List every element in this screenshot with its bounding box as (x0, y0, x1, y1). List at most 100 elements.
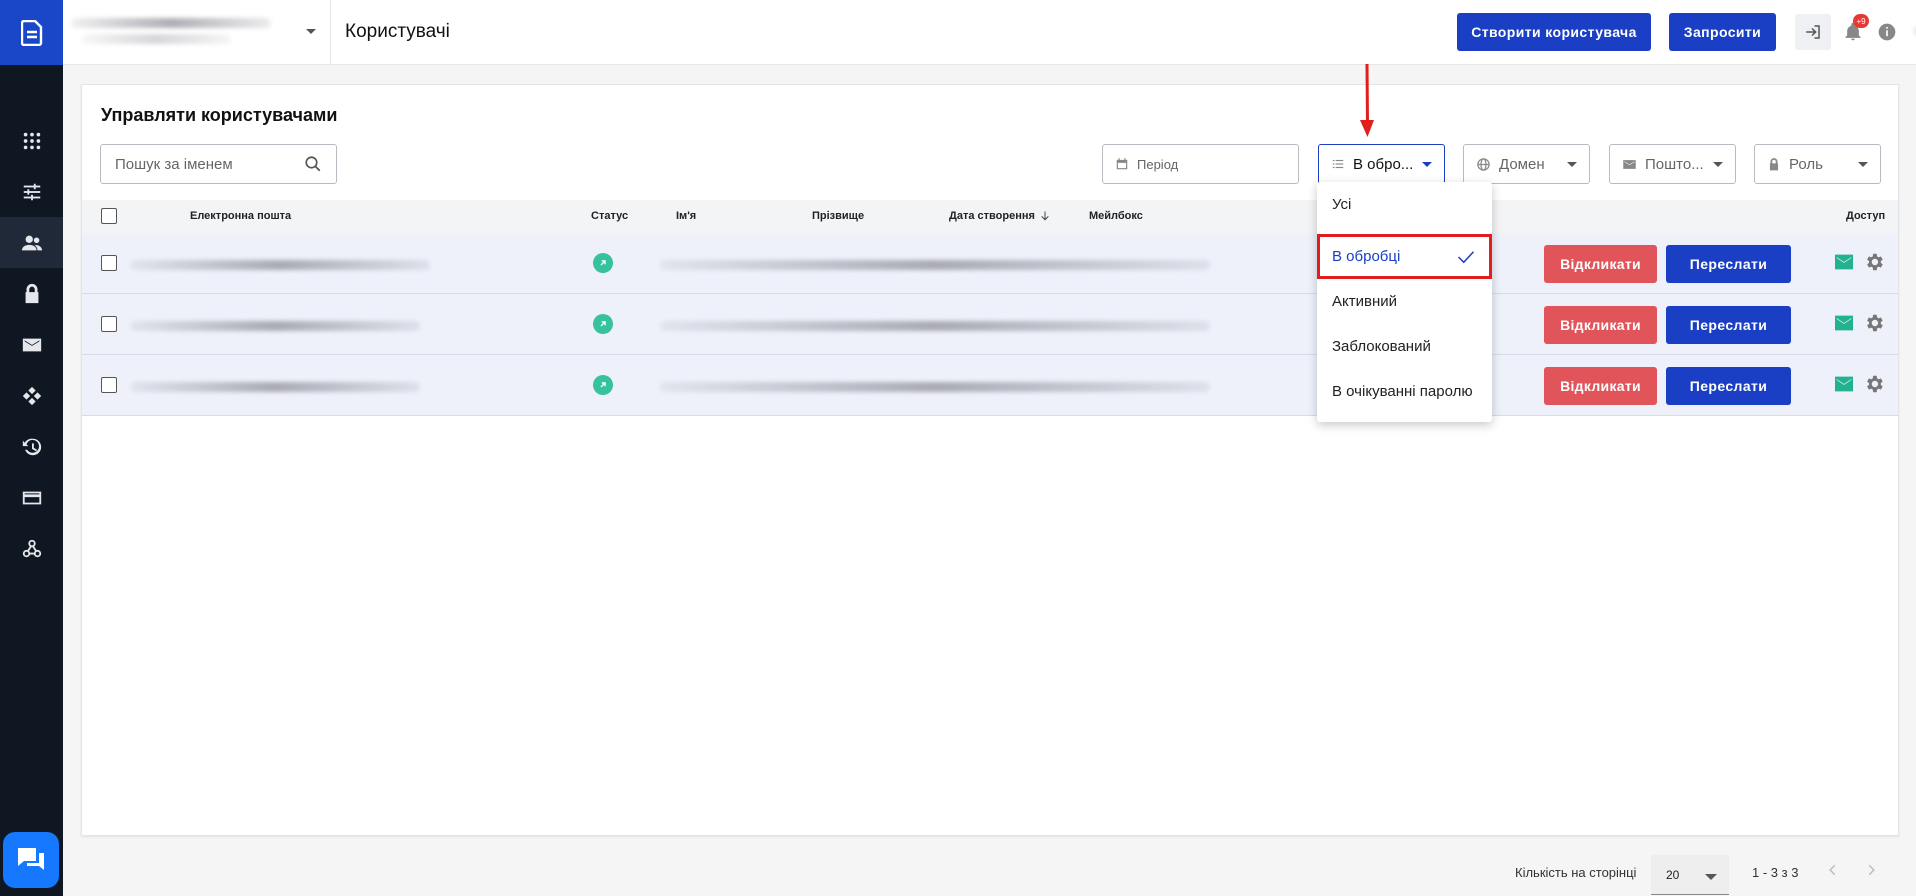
table-header: Електронна пошта Статус Ім'я Прізвище Да… (82, 200, 1898, 233)
gear-icon[interactable] (1863, 251, 1885, 273)
status-option-awaiting-password[interactable]: В очікуванні паролю (1317, 369, 1492, 414)
row-checkbox[interactable] (101, 377, 117, 393)
mail-icon[interactable] (1834, 375, 1854, 393)
export-icon (1806, 25, 1820, 39)
info-button[interactable] (1875, 20, 1899, 44)
app-logo[interactable] (0, 0, 63, 65)
revoke-button[interactable]: Відкликати (1544, 367, 1657, 405)
domain-filter[interactable]: Домен (1463, 144, 1590, 184)
calendar-icon (1116, 158, 1128, 170)
status-option-blocked[interactable]: Заблокований (1317, 324, 1492, 369)
redacted-user-details (660, 260, 1210, 270)
diamond-nodes-icon (22, 386, 41, 405)
list-icon (1332, 159, 1344, 169)
column-header-mailbox[interactable]: Мейлбокс (1089, 210, 1143, 222)
sidebar-item-users[interactable] (0, 217, 63, 268)
sidebar-item-webhooks[interactable] (0, 523, 63, 574)
mailbox-filter[interactable]: Пошто... (1609, 144, 1736, 184)
card-title: Управляти користувачами (101, 105, 338, 125)
table-row[interactable]: Відкликати Переслати (82, 294, 1898, 355)
domain-filter-label: Домен (1499, 155, 1545, 173)
chat-support-button[interactable] (3, 832, 59, 888)
resend-button[interactable]: Переслати (1666, 367, 1791, 405)
checkmark-icon (1457, 251, 1475, 264)
sidebar-nav (0, 115, 63, 574)
users-icon (21, 235, 42, 250)
sidebar-item-billing[interactable] (0, 472, 63, 523)
column-header-first-name[interactable]: Ім'я (676, 210, 696, 222)
history-icon (22, 438, 41, 455)
status-filter[interactable]: В обро... (1318, 144, 1445, 184)
sidebar-item-history[interactable] (0, 421, 63, 472)
page-title: Користувачі (345, 21, 450, 42)
create-user-button[interactable]: Створити користувача (1457, 13, 1651, 51)
redacted-user-details (660, 321, 1210, 331)
per-page-label: Кількість на сторінці (1515, 865, 1637, 880)
resend-button[interactable]: Переслати (1666, 306, 1791, 344)
row-checkbox[interactable] (101, 316, 117, 332)
column-header-last-name[interactable]: Прізвище (812, 210, 864, 222)
apps-grid-icon (23, 132, 40, 149)
resend-button[interactable]: Переслати (1666, 245, 1791, 283)
mail-icon[interactable] (1834, 253, 1854, 271)
chevron-left-icon[interactable] (1826, 863, 1840, 877)
chevron-down-icon (1713, 162, 1723, 167)
search-icon[interactable] (304, 155, 322, 173)
pagination-range: 1 - 3 з 3 (1752, 865, 1799, 880)
mail-icon[interactable] (1834, 314, 1854, 332)
period-filter-label: Період (1137, 156, 1179, 172)
status-option-all[interactable]: Усі (1317, 182, 1492, 227)
organization-selector[interactable] (71, 14, 321, 50)
chevron-down-icon (1422, 162, 1432, 167)
row-checkbox[interactable] (101, 255, 117, 271)
sidebar-item-mail[interactable] (0, 319, 63, 370)
search-input[interactable] (115, 155, 295, 173)
lock-icon (25, 283, 38, 303)
chevron-down-icon (1705, 874, 1717, 880)
search-box[interactable] (100, 144, 337, 184)
lock-icon (1769, 157, 1779, 170)
sidebar-item-settings[interactable] (0, 166, 63, 217)
chat-bubbles-icon (18, 848, 44, 870)
role-filter[interactable]: Роль (1754, 144, 1881, 184)
status-active-icon (593, 314, 613, 334)
sidebar (0, 0, 63, 896)
redacted-org-name (71, 18, 271, 28)
mail-icon (1623, 159, 1636, 169)
period-filter[interactable]: Період (1102, 144, 1299, 184)
top-bar: Користувачі Створити користувача Запроси… (63, 0, 1916, 65)
gear-icon[interactable] (1863, 312, 1885, 334)
invite-button[interactable]: Запросити (1669, 13, 1776, 51)
document-logo-icon (20, 19, 42, 46)
credit-card-icon (22, 491, 41, 504)
webhook-icon (22, 539, 41, 557)
notifications-button[interactable]: +9 (1839, 14, 1869, 46)
column-header-created[interactable]: Дата створення (949, 210, 1035, 222)
sidebar-item-apps[interactable] (0, 115, 63, 166)
gear-icon[interactable] (1863, 373, 1885, 395)
chevron-right-icon[interactable] (1864, 863, 1878, 877)
status-option-processing[interactable]: В обробці (1317, 234, 1492, 279)
chevron-down-icon (1858, 162, 1868, 167)
globe-icon (1477, 157, 1490, 171)
table-row[interactable]: Відкликати Переслати (82, 355, 1898, 416)
role-filter-label: Роль (1789, 155, 1823, 173)
redacted-org-name-line (81, 34, 231, 44)
table-row[interactable]: Відкликати Переслати (82, 233, 1898, 294)
sidebar-item-integrations[interactable] (0, 370, 63, 421)
info-icon (1878, 23, 1896, 41)
sidebar-item-security[interactable] (0, 268, 63, 319)
status-filter-label: В обро... (1353, 155, 1414, 173)
export-button[interactable] (1795, 14, 1831, 50)
column-header-status[interactable]: Статус (591, 210, 628, 222)
select-all-checkbox[interactable] (101, 208, 117, 224)
revoke-button[interactable]: Відкликати (1544, 245, 1657, 283)
column-header-access: Доступ (1846, 210, 1886, 222)
per-page-select[interactable]: 20 (1651, 855, 1729, 895)
revoke-button[interactable]: Відкликати (1544, 306, 1657, 344)
status-option-active[interactable]: Активний (1317, 279, 1492, 324)
sort-down-arrow-icon[interactable] (1039, 210, 1051, 222)
redacted-email (130, 321, 420, 331)
chevron-down-icon[interactable] (306, 29, 316, 34)
column-header-email[interactable]: Електронна пошта (190, 210, 291, 222)
